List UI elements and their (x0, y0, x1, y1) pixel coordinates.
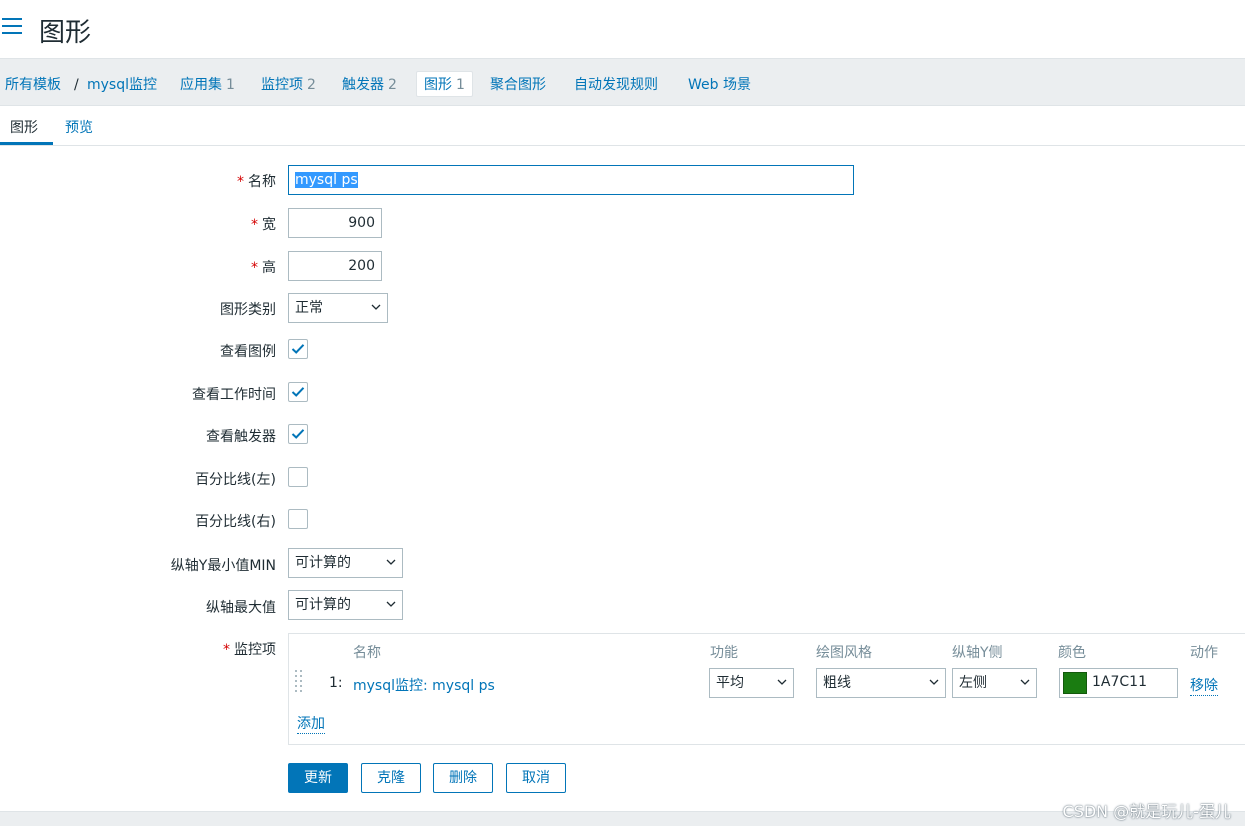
items-header-name: 名称 (353, 645, 381, 661)
name-input-value: mysql ps (295, 172, 358, 188)
nav-applications[interactable]: 应用集 1 (180, 72, 235, 98)
required-mark: * (223, 642, 230, 658)
breadcrumb-all-templates[interactable]: 所有模板 (5, 72, 61, 98)
nav-items-count: 2 (307, 77, 316, 93)
item-draw-style-select[interactable]: 粗线 (816, 668, 946, 698)
delete-button[interactable]: 删除 (433, 763, 493, 793)
show-triggers-label: 查看触发器 (206, 429, 276, 445)
nav-graphs[interactable]: 图形 1 (416, 71, 473, 97)
show-triggers-checkbox[interactable] (288, 424, 308, 444)
ymax-value: 可计算的 (295, 597, 351, 613)
name-input[interactable]: mysql ps (288, 165, 854, 195)
nav-triggers-count: 2 (388, 77, 397, 93)
graph-type-label: 图形类别 (220, 302, 276, 318)
check-icon (291, 344, 305, 354)
items-header-y-side: 纵轴Y侧 (952, 645, 1003, 661)
chevron-down-icon (777, 679, 787, 685)
show-legend-label: 查看图例 (220, 344, 276, 360)
check-icon (291, 429, 305, 439)
chevron-down-icon (929, 679, 939, 685)
nav-triggers[interactable]: 触发器 2 (342, 72, 397, 98)
items-header-color: 颜色 (1058, 645, 1086, 661)
cancel-button[interactable]: 取消 (506, 763, 566, 793)
check-icon (291, 387, 305, 397)
item-y-side-select[interactable]: 左侧 (952, 668, 1037, 698)
show-worktime-label: 查看工作时间 (192, 387, 276, 403)
item-color-value: 1A7C11 (1092, 674, 1147, 690)
required-mark: * (251, 260, 258, 276)
name-label: * 名称 (237, 171, 276, 191)
items-label: * 监控项 (223, 639, 276, 659)
items-header-function: 功能 (710, 645, 738, 661)
page-header: 图形 (0, 0, 1245, 58)
percentile-right-checkbox[interactable] (288, 509, 308, 529)
page-title: 图形 (39, 18, 92, 48)
form-tabs: 图形 预览 (0, 106, 1245, 146)
name-label-text: 名称 (248, 174, 276, 190)
item-remove-link[interactable]: 移除 (1190, 675, 1218, 696)
chevron-down-icon (1020, 679, 1030, 685)
height-input[interactable]: 200 (288, 251, 382, 281)
drag-handle-icon[interactable] (295, 670, 305, 694)
nav-web-scenarios[interactable]: Web 场景 (688, 72, 751, 98)
clone-button[interactable]: 克隆 (361, 763, 421, 793)
graph-items-table: 名称 功能 绘图风格 纵轴Y侧 颜色 动作 1: mysql监控: mysql … (288, 633, 1245, 745)
width-label: * 宽 (251, 214, 276, 234)
breadcrumb-template[interactable]: mysql监控 (87, 72, 157, 98)
item-draw-style-value: 粗线 (823, 675, 851, 691)
required-mark: * (237, 174, 244, 190)
ymin-value: 可计算的 (295, 555, 351, 571)
ymax-label: 纵轴最大值 (206, 600, 276, 616)
item-color-picker[interactable]: 1A7C11 (1059, 668, 1178, 698)
item-name-link[interactable]: mysql监控: mysql ps (353, 675, 495, 695)
height-label: * 高 (251, 257, 276, 277)
chevron-down-icon (386, 559, 396, 565)
item-y-side-value: 左侧 (959, 675, 987, 691)
ymin-label: 纵轴Y最小值MIN (170, 558, 276, 574)
items-header-draw-style: 绘图风格 (816, 645, 872, 661)
items-header-action: 动作 (1190, 645, 1218, 661)
color-swatch[interactable] (1063, 672, 1087, 694)
nav-screens[interactable]: 聚合图形 (490, 72, 546, 98)
nav-items-label: 监控项 (261, 77, 303, 93)
required-mark: * (251, 217, 258, 233)
ymin-select[interactable]: 可计算的 (288, 548, 403, 578)
breadcrumb-separator: / (74, 77, 79, 93)
watermark: CSDN @就是玩儿-蛋儿 (1062, 802, 1231, 821)
active-tab-indicator (0, 142, 53, 145)
tab-graph[interactable]: 图形 (10, 117, 38, 137)
update-button[interactable]: 更新 (288, 763, 348, 793)
width-label-text: 宽 (262, 217, 276, 233)
ymax-select[interactable]: 可计算的 (288, 590, 403, 620)
nav-applications-label: 应用集 (180, 77, 222, 93)
item-function-value: 平均 (716, 675, 744, 691)
nav-discovery-rules[interactable]: 自动发现规则 (574, 72, 658, 98)
nav-graphs-label: 图形 (424, 77, 452, 93)
nav-applications-count: 1 (226, 77, 235, 93)
chevron-down-icon (386, 601, 396, 607)
items-label-text: 监控项 (234, 642, 276, 658)
show-worktime-checkbox[interactable] (288, 382, 308, 402)
nav-triggers-label: 触发器 (342, 77, 384, 93)
nav-items[interactable]: 监控项 2 (261, 72, 316, 98)
page-footer (0, 811, 1245, 826)
show-legend-checkbox[interactable] (288, 339, 308, 359)
template-nav: 所有模板 / mysql监控 应用集 1 监控项 2 触发器 2 图形 1 聚合图形 自… (0, 58, 1245, 106)
percentile-left-checkbox[interactable] (288, 467, 308, 487)
height-label-text: 高 (262, 260, 276, 276)
percentile-left-label: 百分比线(左) (195, 472, 276, 488)
graph-type-select[interactable]: 正常 (288, 293, 388, 323)
menu-icon[interactable] (2, 18, 22, 36)
tab-preview[interactable]: 预览 (65, 117, 93, 137)
nav-graphs-count: 1 (456, 77, 465, 93)
item-index: 1: (329, 675, 343, 691)
chevron-down-icon (371, 304, 381, 310)
graph-type-value: 正常 (295, 300, 323, 316)
item-function-select[interactable]: 平均 (709, 668, 794, 698)
width-input[interactable]: 900 (288, 208, 382, 238)
add-item-link[interactable]: 添加 (297, 713, 325, 734)
percentile-right-label: 百分比线(右) (195, 514, 276, 530)
